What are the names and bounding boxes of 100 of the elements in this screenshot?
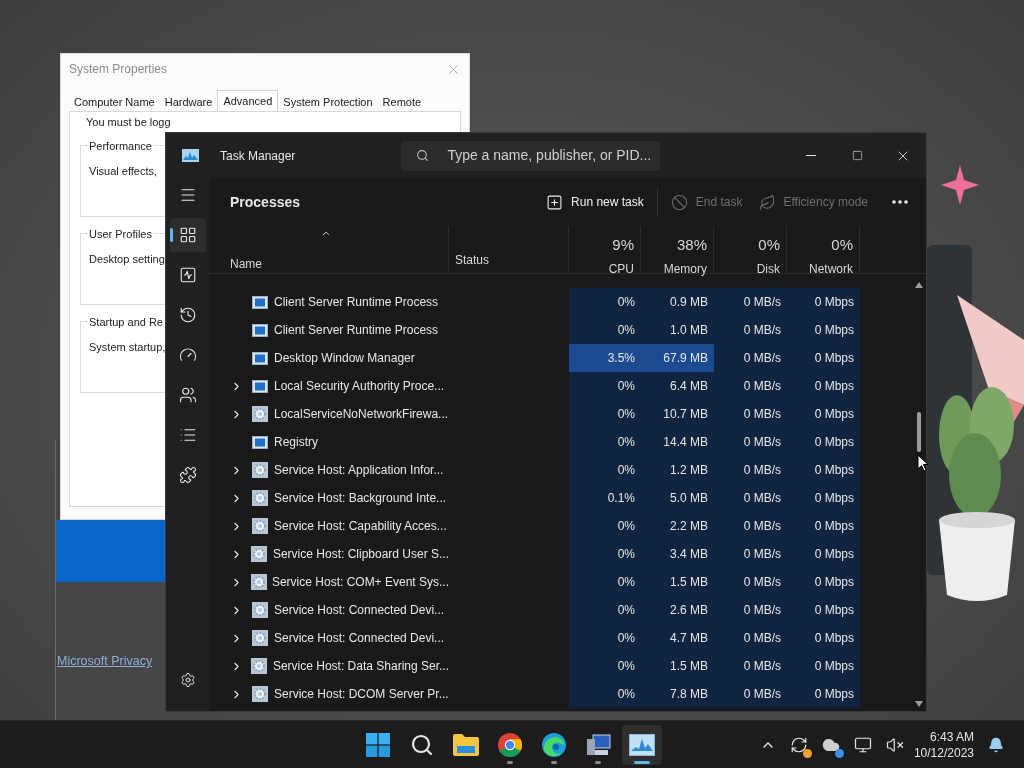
process-name[interactable]: Service Host: Data Sharing Ser...: [272, 657, 449, 675]
notification-icon[interactable]: [988, 736, 1004, 753]
tab[interactable]: Advanced: [217, 90, 279, 112]
usage-percent: 9%: [612, 235, 634, 255]
window-title: System Properties: [69, 61, 168, 78]
column-header[interactable]: Status: [455, 251, 490, 269]
process-name[interactable]: Service Host: Capability Acces...: [274, 517, 447, 535]
table-cell: 0%: [569, 372, 641, 400]
menu-icon: [178, 186, 197, 204]
table-cell: 0%: [569, 316, 641, 344]
scroll-thumb[interactable]: [916, 412, 921, 452]
tab[interactable]: Computer Name: [69, 93, 160, 111]
speaker-muted-icon[interactable]: [885, 735, 904, 754]
process-name[interactable]: Service Host: Connected Devi...: [274, 601, 445, 619]
table-cell: 0 Mbps: [787, 568, 860, 596]
list-icon: [178, 426, 197, 444]
network-icon[interactable]: [853, 735, 872, 754]
column-header[interactable]: Network: [809, 259, 853, 278]
table-cell: 0 MB/s: [714, 484, 787, 512]
table-cell: 0%: [569, 568, 641, 596]
process-name[interactable]: Client Server Runtime Process: [274, 293, 439, 311]
table-cell: 1.2 MB: [641, 456, 714, 484]
gear-icon: [252, 462, 268, 478]
process-name[interactable]: LocalServiceNoNetworkFirewa...: [274, 405, 449, 423]
nav-tab[interactable]: [169, 218, 206, 252]
process-name[interactable]: Service Host: Background Inte...: [274, 489, 447, 507]
process-name[interactable]: Service Host: Application Infor...: [274, 461, 444, 479]
table-cell: 7.8 MB: [641, 680, 714, 708]
table-cell: 0 Mbps: [787, 288, 860, 316]
table-cell: 2.6 MB: [641, 596, 714, 624]
prohibited-icon: [670, 193, 688, 211]
table-cell: 0%: [569, 288, 641, 316]
table-cell: 14.4 MB: [641, 428, 714, 456]
gear-icon: [250, 574, 267, 590]
process-name[interactable]: Desktop Window Manager: [274, 349, 415, 367]
gear-icon: [252, 406, 268, 422]
table-cell: 3.4 MB: [641, 540, 714, 568]
usage-percent: 0%: [831, 235, 853, 255]
table-cell: 0 Mbps: [787, 624, 860, 652]
process-name[interactable]: Local Security Authority Proce...: [274, 377, 445, 395]
taskbar-button[interactable]: [622, 724, 662, 765]
gear-icon: [251, 658, 268, 674]
table-cell: 1.0 MB: [641, 316, 714, 344]
table-cell: 0 Mbps: [787, 512, 860, 540]
process-name[interactable]: Registry: [274, 433, 318, 451]
table-cell: 6.4 MB: [641, 372, 714, 400]
process-name[interactable]: Client Server Runtime Process: [274, 321, 439, 339]
table-cell: 0 Mbps: [787, 456, 860, 484]
usage-percent: 0%: [758, 235, 780, 255]
column-header[interactable]: Memory: [663, 259, 707, 278]
column-header[interactable]: Name: [230, 255, 448, 273]
tab[interactable]: Hardware: [159, 93, 218, 111]
search-field[interactable]: Type a name, publisher, or PID...: [401, 140, 661, 171]
column-header[interactable]: CPU: [608, 259, 634, 278]
window-icon: [252, 379, 268, 393]
table-cell: 0 MB/s: [714, 344, 787, 372]
group-text: Visual effects,: [89, 165, 158, 177]
command-button[interactable]: Run new task: [538, 186, 652, 218]
usage-percent: 38%: [676, 235, 707, 255]
table-cell: 0 MB/s: [714, 596, 787, 624]
table-cell: 10.7 MB: [641, 400, 714, 428]
column-header[interactable]: Disk: [756, 259, 780, 278]
table-cell: 0 Mbps: [787, 652, 860, 680]
window-icon: [252, 351, 268, 365]
gear-icon: [252, 518, 268, 534]
table-cell: 0%: [569, 680, 641, 708]
process-name[interactable]: Service Host: Clipboard User S...: [272, 545, 449, 563]
start-icon: [366, 732, 390, 757]
folder-icon: [453, 733, 479, 756]
table-cell: 67.9 MB: [641, 344, 714, 372]
clock[interactable]: 6:43 AM 10/12/2023: [913, 728, 974, 761]
table-cell: 0 MB/s: [714, 512, 787, 540]
table-cell: 4.7 MB: [641, 624, 714, 652]
scroll-down-icon[interactable]: [914, 701, 923, 707]
scroll-up-icon[interactable]: [914, 282, 923, 288]
search-icon: [416, 149, 430, 162]
table-cell: 0 Mbps: [787, 344, 860, 372]
running-indicator: [634, 760, 650, 764]
table-cell: 2.2 MB: [641, 512, 714, 540]
running-indicator: [551, 760, 557, 764]
window-icon: [252, 323, 268, 337]
table-cell: 0.9 MB: [641, 288, 714, 316]
table-cell: 0%: [569, 596, 641, 624]
group-text: Desktop setting: [89, 253, 165, 265]
process-name[interactable]: Service Host: COM+ Event Sys...: [271, 573, 449, 591]
process-name[interactable]: Service Host: Connected Devi...: [274, 629, 445, 647]
new-task-icon: [546, 193, 564, 211]
maximize-icon: [851, 150, 863, 161]
table-cell: 0 MB/s: [714, 372, 787, 400]
table-cell: 0%: [569, 428, 641, 456]
running-indicator: [507, 760, 513, 764]
tab[interactable]: System Protection: [278, 93, 378, 111]
settings-icon: [179, 672, 196, 688]
history-icon: [178, 306, 197, 324]
chart-window-icon: [629, 733, 655, 756]
tab[interactable]: Remote: [377, 93, 427, 111]
selection-indicator: [169, 228, 173, 242]
process-name[interactable]: Service Host: DCOM Server Pr...: [274, 685, 449, 703]
gear-icon: [252, 602, 268, 618]
privacy-link[interactable]: Microsoft Privacy: [57, 652, 153, 671]
